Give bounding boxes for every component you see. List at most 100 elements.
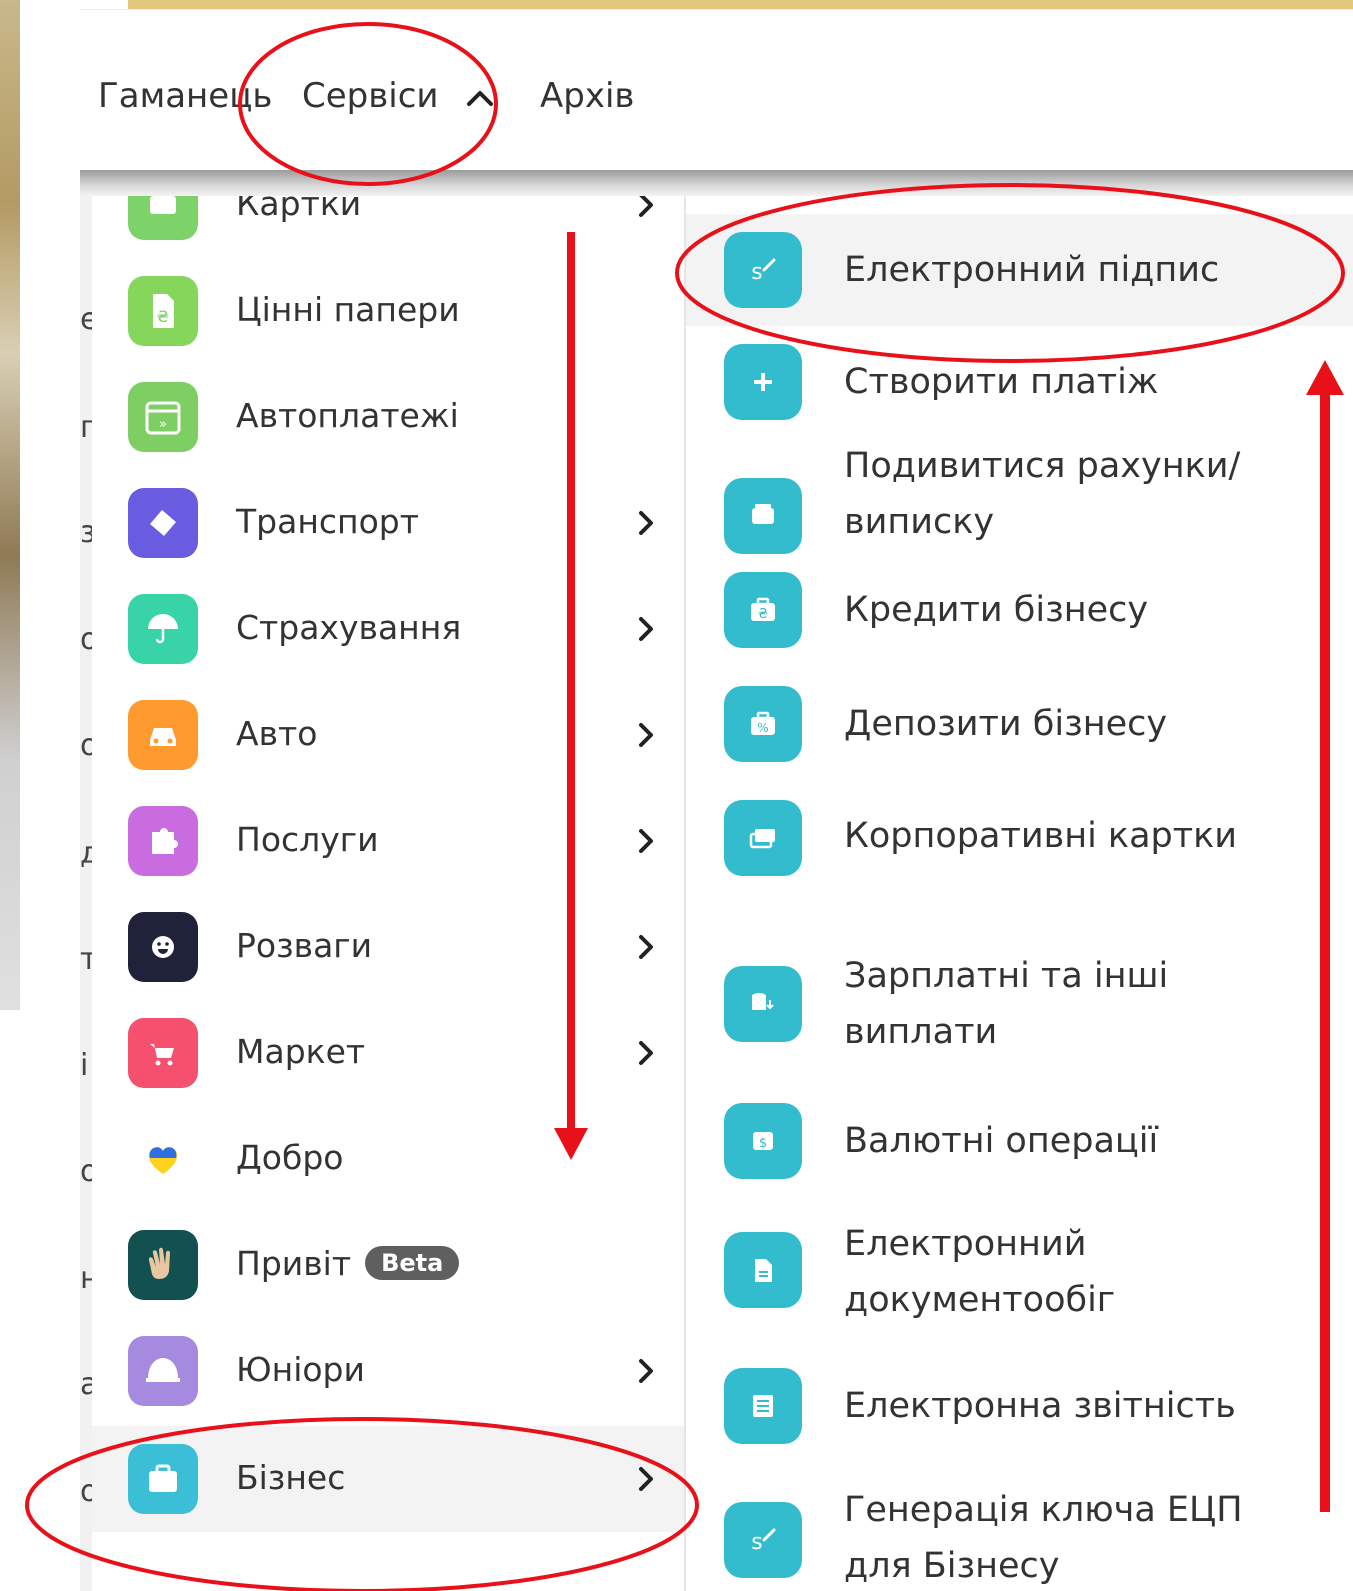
submenu-item-report[interactable]: Електронна звітність <box>686 1326 1353 1452</box>
svg-text:$: $ <box>759 1136 767 1151</box>
menu-item-smile[interactable]: Розваги <box>92 894 684 1000</box>
menu-item-ticket[interactable]: Транспорт <box>92 470 684 576</box>
briefcase-icon <box>128 1444 198 1514</box>
menu-item-securities[interactable]: ₴ Цінні папери <box>92 258 684 364</box>
inbox-icon <box>724 478 802 554</box>
submenu-item-label: Подивитися рахунки/ виписку <box>844 446 1241 542</box>
menu-item-label: Цінні папери <box>236 290 460 329</box>
underlying-text-fragment: а <box>80 1367 92 1402</box>
submenu-item-label: Електронна звітність <box>844 1386 1236 1426</box>
underlying-text-fragment: о <box>80 1154 92 1189</box>
nav-archive[interactable]: Архів <box>540 76 634 116</box>
chevron-right-icon <box>639 935 653 959</box>
menu-item-text: Добро <box>236 1138 344 1177</box>
menu-item-label: Юніори <box>236 1350 365 1389</box>
submenu-item-cards[interactable]: Корпоративні картки <box>686 778 1353 890</box>
underlying-text-fragment: н <box>80 1261 92 1296</box>
beta-badge: Beta <box>365 1246 460 1280</box>
underlying-text-fragment: о <box>80 1474 92 1509</box>
menu-item-text: Юніори <box>236 1350 365 1389</box>
underlying-text-fragment: о <box>80 622 92 657</box>
menu-item-umbrella[interactable]: Страхування <box>92 576 684 682</box>
submenu-item-briefcase-hryvnia[interactable]: ₴ Кредити бізнесу <box>686 554 1353 666</box>
submenu-item-signature[interactable]: s Електронний підпис <box>686 214 1353 326</box>
calendar-autopay-icon: » <box>128 382 198 452</box>
submenu-item-label: Створити платіж <box>844 362 1159 402</box>
menu-item-text: Бізнес <box>236 1458 346 1497</box>
menu-item-label: Маркет <box>236 1032 365 1071</box>
submenu-item-label: Депозити бізнесу <box>844 704 1168 744</box>
cap-icon <box>128 1336 198 1406</box>
chevron-right-icon <box>639 196 653 217</box>
menu-item-text: Картки <box>236 196 362 223</box>
submenu-item-briefcase-percent[interactable]: % Депозити бізнесу <box>686 666 1353 778</box>
menu-item-briefcase[interactable]: Бізнес <box>92 1426 684 1532</box>
menu-item-card[interactable]: Картки <box>92 196 684 258</box>
submenu-item-dollar[interactable]: $ Валютні операції <box>686 1058 1353 1179</box>
menu-item-text: Транспорт <box>236 502 419 541</box>
svg-text:%: % <box>757 721 768 735</box>
nav-wallet[interactable]: Гаманець <box>98 76 272 116</box>
plus-icon <box>724 344 802 420</box>
svg-text:₴: ₴ <box>157 307 169 326</box>
nav-services[interactable]: Сервіси <box>302 76 439 116</box>
signature-icon: s <box>724 232 802 308</box>
menu-shadow <box>80 170 1353 196</box>
menu-item-text: Цінні папери <box>236 290 460 329</box>
heart-icon <box>128 1124 198 1194</box>
underlying-text-fragment: е <box>80 302 92 337</box>
underlying-text-fragment: і <box>80 1048 89 1083</box>
underlying-text-fragment: д <box>80 836 92 871</box>
menu-item-text: Послуги <box>236 820 379 859</box>
coins-icon <box>724 966 802 1042</box>
car-icon <box>128 700 198 770</box>
submenu-item-key-signature[interactable]: s Генерація ключа ЕЦП для Бізнесу <box>686 1452 1353 1591</box>
underlying-text-fragment: о <box>80 728 92 763</box>
submenu-item-label: Зарплатні та інші виплати <box>844 956 1169 1052</box>
menu-item-text: Автоплатежі <box>236 396 459 435</box>
submenu-item-coins[interactable]: Зарплатні та інші виплати <box>686 890 1353 1058</box>
chevron-right-icon <box>639 511 653 535</box>
briefcase-percent-icon: % <box>724 686 802 762</box>
submenu-item-document[interactable]: Електронний документообіг <box>686 1168 1353 1326</box>
menu-item-label: Авто <box>236 714 317 753</box>
chevron-right-icon <box>639 1467 653 1491</box>
menu-item-label: Добро <box>236 1138 343 1177</box>
menu-item-text: Страхування <box>236 608 462 647</box>
chevron-right-icon <box>639 723 653 747</box>
business-submenu: s Електронний підпис Створити платіж Подиви… <box>686 196 1353 1591</box>
menu-item-car[interactable]: Авто <box>92 682 684 788</box>
umbrella-icon <box>128 594 198 664</box>
smile-icon <box>128 912 198 982</box>
submenu-item-label: Корпоративні картки <box>844 816 1238 856</box>
ticket-icon <box>128 488 198 558</box>
menu-item-cart[interactable]: Маркет <box>92 1000 684 1106</box>
puzzle-icon <box>128 806 198 876</box>
svg-text:»: » <box>159 417 167 432</box>
menu-item-calendar-autopay[interactable]: » Автоплатежі <box>92 364 684 470</box>
submenu-item-plus[interactable]: Створити платіж <box>686 326 1353 438</box>
underlying-text-fragment: г <box>80 410 92 445</box>
menu-item-puzzle[interactable]: Послуги <box>92 788 684 894</box>
menu-item-label: Привіт Beta <box>236 1244 460 1283</box>
menu-item-text: Авто <box>236 714 318 753</box>
menu-item-heart[interactable]: Добро <box>92 1106 684 1212</box>
menu-item-text: Привіт <box>236 1244 352 1283</box>
briefcase-hryvnia-icon: ₴ <box>724 572 802 648</box>
chevron-right-icon <box>639 1359 653 1383</box>
services-menu: Картки ₴ Цінні папери » Автоплатежі Транспорт… <box>92 196 684 1591</box>
svg-text:s: s <box>751 260 762 285</box>
menu-item-hand-wave[interactable]: Привіт Beta <box>92 1212 684 1318</box>
submenu-item-label: Електронний документообіг <box>844 1224 1116 1320</box>
menu-item-cap[interactable]: Юніори <box>92 1318 684 1424</box>
chevron-right-icon <box>639 617 653 641</box>
submenu-item-inbox[interactable]: Подивитися рахунки/ виписку <box>686 438 1353 554</box>
chevron-up-icon[interactable] <box>466 88 494 108</box>
submenu-item-label: Електронний підпис <box>844 250 1220 290</box>
menu-item-label: Бізнес <box>236 1458 345 1497</box>
menu-item-label: Автоплатежі <box>236 396 459 435</box>
cart-icon <box>128 1018 198 1088</box>
background-photo-strip <box>0 0 20 1010</box>
document-icon <box>724 1232 802 1308</box>
menu-item-text: Розваги <box>236 926 373 965</box>
